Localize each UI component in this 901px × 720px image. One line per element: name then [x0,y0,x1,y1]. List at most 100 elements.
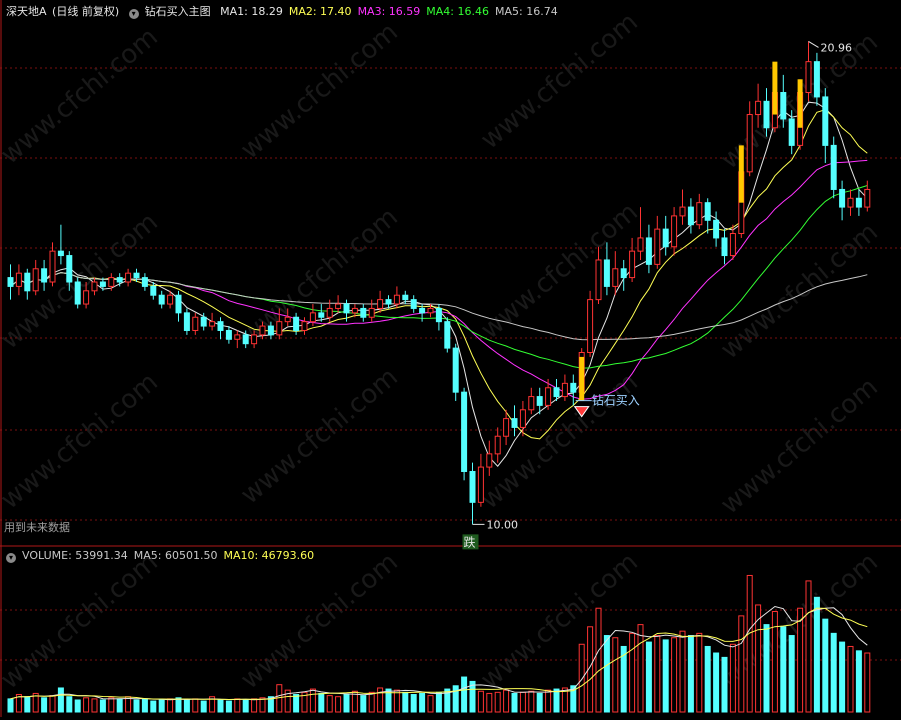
candle-body [167,294,174,305]
candle-body [24,272,31,292]
candle-body [620,268,627,279]
candle-body [32,268,39,292]
volume-bar [293,694,300,713]
volume-bar [108,697,115,713]
volume-bar [158,699,165,713]
candle-body [536,396,543,406]
candle-body [410,299,417,309]
low-price-label: 10.00 [487,518,519,531]
signal-bar [797,79,803,128]
volume-bar [797,607,804,713]
indicator-dropdown-icon[interactable]: ▾ [128,9,139,19]
candle-body [645,237,652,265]
signal-bar [772,61,778,115]
candle-body [368,307,375,318]
candle-body [847,197,854,208]
volume-bar [822,618,829,713]
high-price-label: 20.96 [821,41,853,54]
candle-body [696,202,703,226]
volume-bar [847,645,854,713]
volume-bar [503,689,510,713]
stock-name[interactable]: 深天地A [6,5,47,18]
candle-body [150,285,157,296]
volume-bar [696,632,703,713]
volume-bar [536,692,543,713]
ma-value-5: MA5: 16.74 [495,5,558,18]
period-label: (日线 前复权) [52,5,120,18]
volume-bar [192,698,199,713]
volume-bar [738,615,745,713]
volume-header: ▾ VOLUME: 53991.34 MA5: 60501.50 MA10: 4679… [6,548,326,564]
candle-body [864,188,871,208]
candle-body [242,334,249,345]
candle-body [385,299,392,305]
candle-body [377,299,384,309]
candle-body [629,250,636,279]
watermark-text: www.cfchi.com [715,372,884,520]
volume-bar [679,630,686,713]
candle-body [293,316,300,331]
watermark-text: www.cfchi.com [0,22,164,170]
candle-body [813,61,820,98]
volume-bar [813,596,820,713]
kline-chart-window[interactable]: www.cfchi.com www.cfchi.com www.cfchi.com w… [0,0,901,717]
candle-body [217,321,224,331]
volume-bar [318,692,325,713]
ma-values: MA1: 18.29 MA2: 17.40 MA3: 16.59 MA4: 16.46… [220,5,564,18]
candle-body [402,294,409,301]
volume-bar [49,695,56,713]
candle-body [175,294,182,314]
volume-bar [612,637,619,713]
candlestick-series [7,41,871,525]
volume-bar [654,635,661,713]
candle-body [309,312,316,323]
volume-dropdown-icon[interactable]: ▾ [6,553,16,563]
candle-body [570,382,577,393]
volume-bar [477,690,484,713]
volume-bar [855,650,862,713]
indicator-name[interactable]: 钻石买入主图 [145,5,211,18]
volume-bar [141,698,148,713]
candle-body [318,312,325,318]
volume-bar [335,696,342,713]
volume-bar [629,632,636,713]
volume-bar [864,652,871,713]
candle-body [679,206,686,217]
volume-bar [595,607,602,713]
candle-body [755,100,762,116]
volume-bar [545,689,552,713]
candle-body [393,294,400,305]
candle-body [200,316,207,327]
candle-body [116,277,123,283]
watermark-text: www.cfchi.com [235,17,404,165]
candle-body [452,347,459,393]
candle-body [7,277,14,287]
volume-bar [242,699,249,713]
candle-body [595,259,602,301]
candle-body [671,215,678,248]
volume-bar [57,687,64,713]
candle-body [183,312,190,331]
candle-body [435,307,442,323]
candle-body [49,250,56,283]
volume-bar [486,692,493,713]
volume-value-3: MA10: 46793.60 [223,549,315,562]
candle-body [687,206,694,226]
ma-value-2: MA2: 17.40 [288,5,352,18]
candle-body [301,321,308,331]
main-chart-header: 深天地A (日线 前复权) ▾ 钻石买入主图 MA1: 18.29 MA2: 17.… [6,4,570,20]
volume-bar [91,698,98,713]
candle-body [822,96,829,146]
candle-body [83,290,90,305]
volume-bar [200,700,207,713]
volume-bar [368,691,375,713]
volume-values: VOLUME: 53991.34 MA5: 60501.50 MA10: 46793… [22,549,320,562]
volume-bar [83,697,90,713]
volume-bar [511,692,518,713]
candle-body [494,435,501,455]
candle-body [125,272,132,283]
volume-bar [410,694,417,713]
volume-bar [326,695,333,713]
volume-bar [687,635,694,713]
volume-bar [645,641,652,713]
